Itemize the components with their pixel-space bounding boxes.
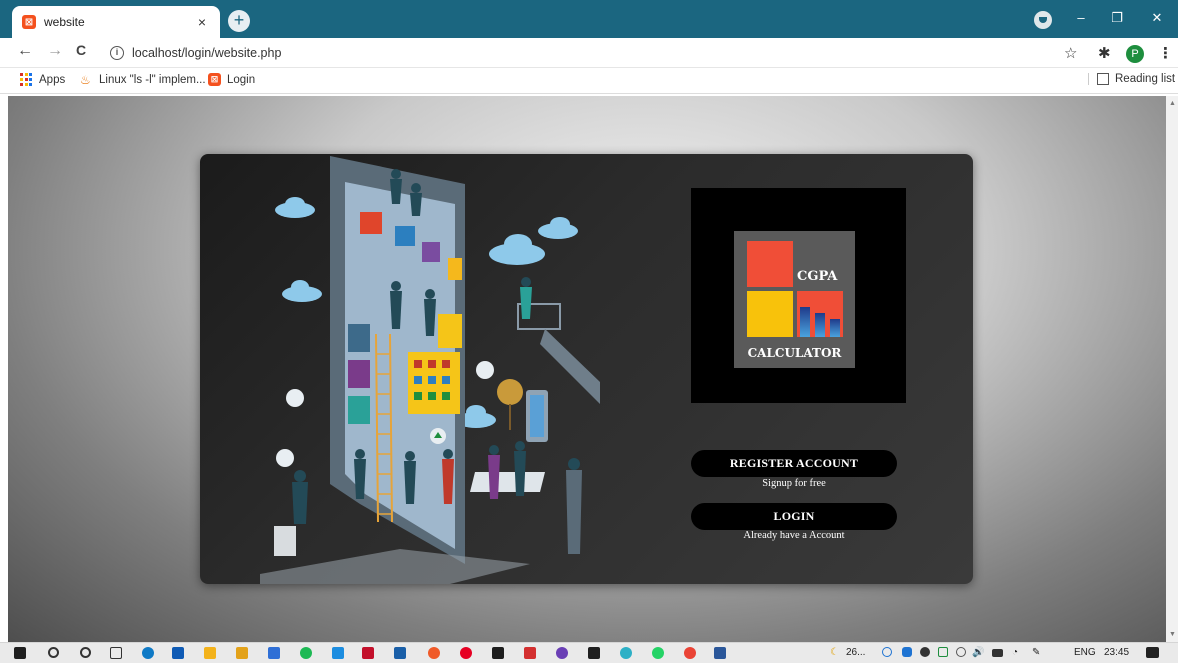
site-info-icon[interactable]: i	[110, 46, 124, 60]
logo-bar-chart-icon	[797, 291, 843, 337]
tray-app-icon[interactable]	[902, 647, 912, 657]
bookmarks-bar: Apps ♨ Linux "ls -l" implem... ⊠ Login R…	[0, 68, 1178, 94]
app-icon[interactable]	[556, 647, 568, 659]
address-toolbar: ← → C i localhost/login/website.php ☆ ✱ …	[0, 38, 1178, 68]
url-text: localhost/login/website.php	[132, 46, 282, 60]
bookmark-login[interactable]: ⊠ Login	[208, 73, 255, 86]
onedrive-icon[interactable]	[956, 647, 966, 657]
notifications-icon[interactable]	[1146, 647, 1159, 658]
weather-icon: ☾	[830, 647, 839, 658]
back-button[interactable]: ←	[14, 42, 36, 60]
window-close-button[interactable]: ✕	[1146, 10, 1168, 26]
forward-button[interactable]: →	[44, 42, 66, 60]
cortana-icon[interactable]	[80, 647, 91, 658]
app-icon[interactable]	[428, 647, 440, 659]
wifi-icon[interactable]: ◔	[1012, 647, 1018, 658]
mail-icon[interactable]	[394, 647, 406, 659]
windows-taskbar: ☾ 26... 🔊 ◔ ✎ ENG 23:45	[0, 642, 1178, 663]
scroll-up-icon[interactable]: ▲	[1169, 100, 1176, 107]
login-button[interactable]: LOGIN	[691, 503, 897, 530]
start-windows-icon[interactable]	[14, 647, 26, 659]
vlc-icon[interactable]	[236, 647, 248, 659]
netflix-icon[interactable]	[362, 647, 374, 659]
landing-card: CGPA CALCULATOR REGISTER ACCOUNT Signup …	[200, 154, 973, 584]
register-account-button[interactable]: REGISTER ACCOUNT	[691, 450, 897, 477]
chrome-icon[interactable]	[684, 647, 696, 659]
chrome-profile-icon[interactable]	[1034, 11, 1052, 29]
chrome-menu-icon[interactable]: ⋮	[1158, 44, 1173, 62]
bookmark-linux-ls[interactable]: ♨ Linux "ls -l" implem...	[80, 73, 206, 87]
security-icon[interactable]	[938, 647, 948, 657]
store-icon[interactable]	[172, 647, 184, 659]
tab-title: website	[44, 15, 85, 29]
logo-red-square	[747, 241, 793, 287]
minimize-button[interactable]: –	[1070, 10, 1092, 25]
logo-tile: CGPA CALCULATOR	[734, 231, 855, 368]
intellij-icon[interactable]	[588, 647, 600, 659]
acrobat-icon[interactable]	[524, 647, 536, 659]
extensions-icon[interactable]: ✱	[1098, 44, 1111, 62]
register-caption: Signup for free	[762, 478, 826, 489]
whatsapp-icon[interactable]	[652, 647, 664, 659]
pycharm-icon[interactable]	[492, 647, 504, 659]
cgpa-logo: CGPA CALCULATOR	[691, 188, 906, 403]
restore-button[interactable]: ❐	[1106, 10, 1128, 26]
volume-icon[interactable]: 🔊	[972, 647, 984, 658]
vertical-scrollbar[interactable]: ▲ ▼	[1166, 96, 1178, 642]
login-caption: Already have a Account	[743, 530, 845, 541]
language-indicator[interactable]: ENG	[1074, 647, 1096, 658]
bookmark-label: Apps	[39, 73, 66, 86]
tab-close-icon[interactable]: ×	[194, 14, 210, 30]
browser-tab-strip: ⊠ website × + – ❐ ✕	[0, 0, 1178, 38]
pinterest-icon[interactable]	[460, 647, 472, 659]
xampp-favicon-icon: ⊠	[22, 15, 36, 29]
bookmark-label: Linux "ls -l" implem...	[99, 73, 206, 86]
scroll-down-icon[interactable]: ▼	[1169, 631, 1176, 638]
clock[interactable]: 23:45	[1104, 647, 1129, 658]
search-icon[interactable]	[48, 647, 59, 658]
apps-grid-icon	[20, 73, 33, 86]
battery-icon[interactable]	[992, 649, 1003, 657]
app-icon[interactable]	[620, 647, 632, 659]
reading-list-icon	[1097, 73, 1109, 85]
task-view-icon[interactable]	[110, 647, 122, 659]
pen-icon[interactable]: ✎	[1032, 647, 1040, 658]
logo-yellow-square	[747, 291, 793, 337]
app-icon[interactable]	[268, 647, 280, 659]
bookmark-star-icon[interactable]: ☆	[1064, 44, 1077, 62]
app-illustration-image	[260, 156, 600, 584]
edge-icon[interactable]	[142, 647, 154, 659]
xampp-icon: ⊠	[208, 73, 221, 86]
omnibox[interactable]: i localhost/login/website.php	[104, 42, 1054, 64]
tray-app-icon[interactable]	[920, 647, 930, 657]
logo-calculator-text: CALCULATOR	[747, 346, 842, 360]
profile-avatar[interactable]: P	[1126, 45, 1144, 63]
reload-button[interactable]: C	[70, 42, 92, 58]
java-icon: ♨	[80, 73, 91, 87]
reading-list-label: Reading list	[1115, 73, 1176, 85]
bookmark-apps[interactable]: Apps	[20, 73, 65, 86]
browser-tab[interactable]: ⊠ website ×	[12, 6, 220, 38]
weather-text: 26...	[846, 647, 866, 658]
reading-list-button[interactable]: Reading list	[1088, 73, 1175, 85]
bookmark-label: Login	[227, 73, 256, 86]
tray-app-icon[interactable]	[882, 647, 892, 657]
file-explorer-icon[interactable]	[204, 647, 216, 659]
vscode-icon[interactable]	[332, 647, 344, 659]
new-tab-button[interactable]: +	[228, 10, 250, 32]
word-icon[interactable]	[714, 647, 726, 659]
spotify-icon[interactable]	[300, 647, 312, 659]
logo-cgpa-text: CGPA	[797, 269, 838, 284]
